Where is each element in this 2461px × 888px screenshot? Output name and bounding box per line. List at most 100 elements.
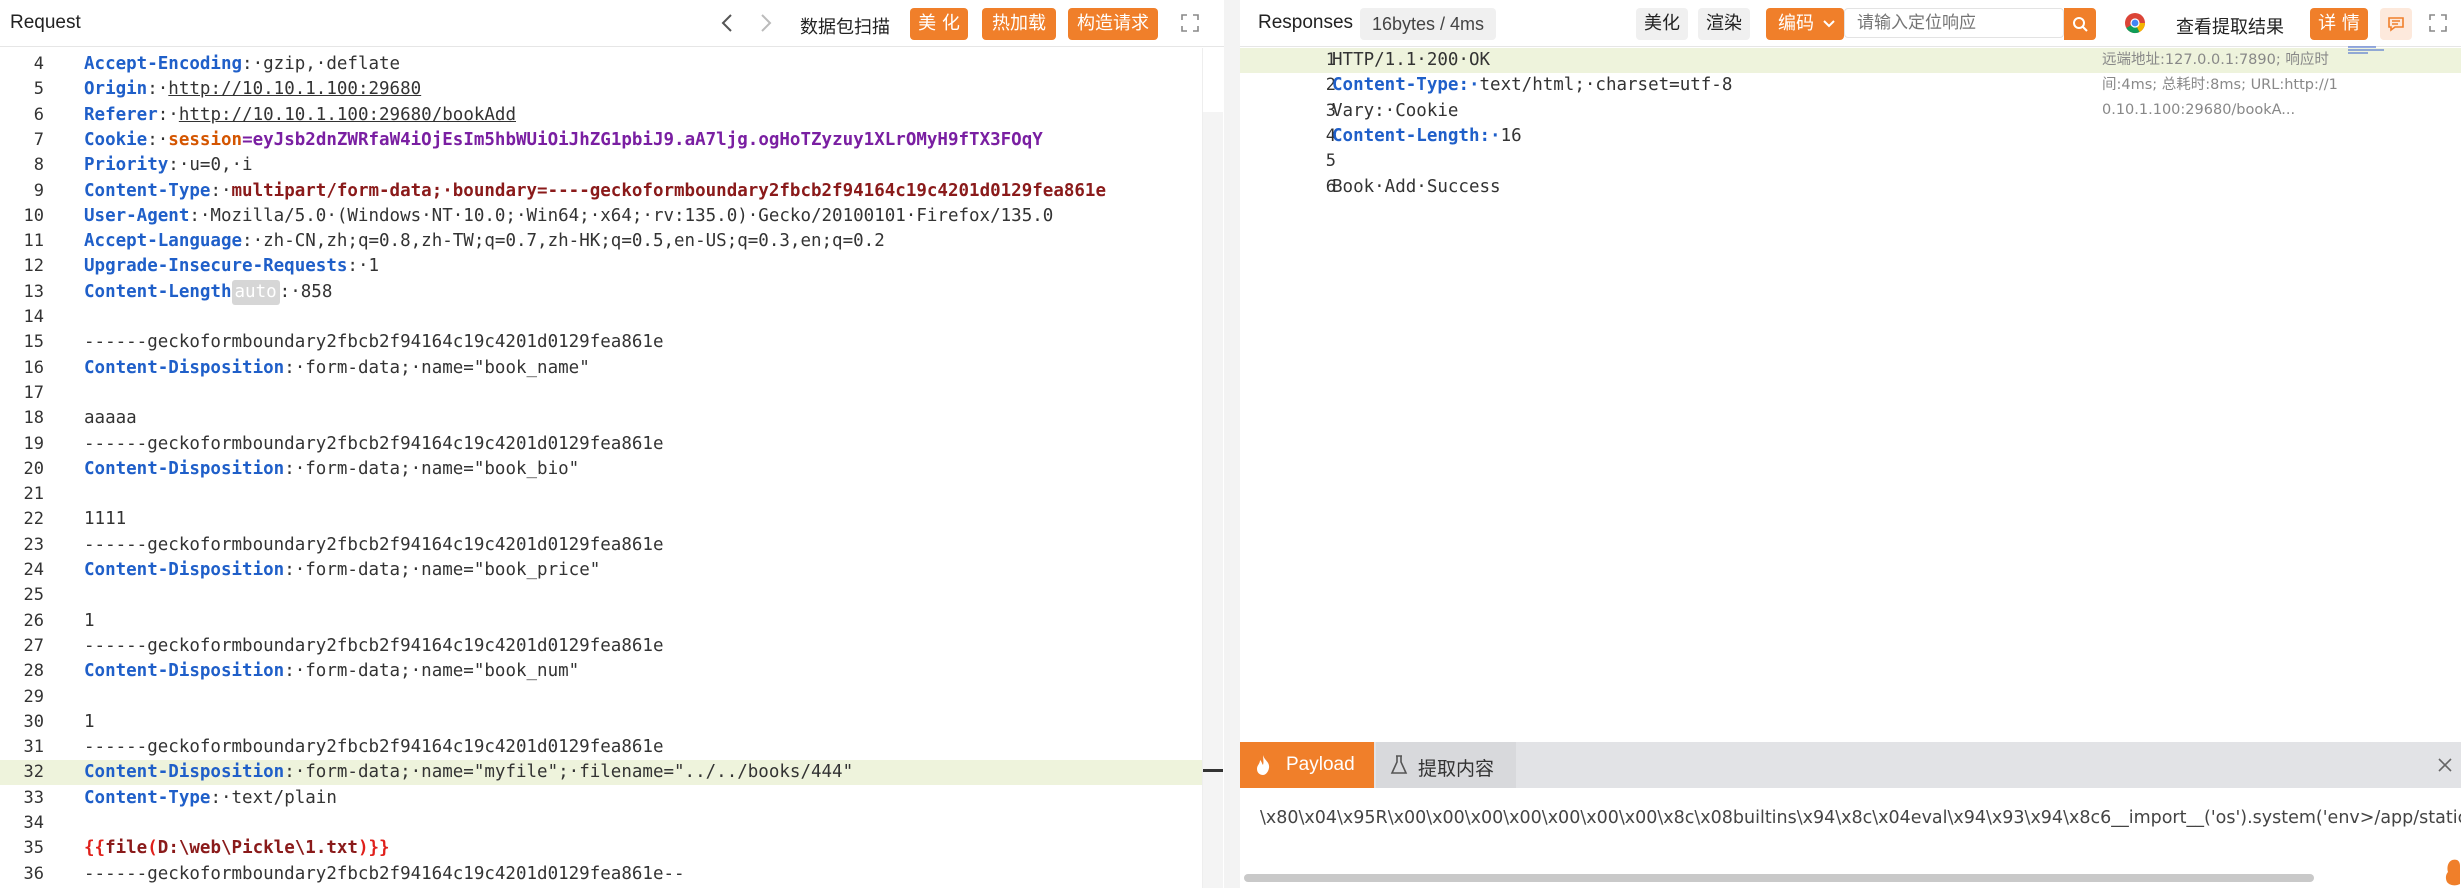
code-line[interactable]: 14 (0, 305, 1202, 330)
render-button[interactable]: 渲染 (1698, 8, 1750, 40)
response-fullscreen-icon[interactable] (2428, 13, 2448, 33)
chrome-icon[interactable] (2124, 12, 2146, 34)
encoding-label: 编码 (1778, 13, 1814, 34)
line-number: 30 (23, 711, 44, 732)
code-line[interactable]: 10 User-Agent:·Mozilla/5.0·(Windows·NT·10… (0, 204, 1202, 229)
line-content: Accept-Language:·zh-CN,zh;q=0.8,zh-TW;q=… (84, 229, 885, 254)
back-arrow-icon[interactable] (717, 12, 739, 34)
code-token: :· (1479, 125, 1501, 146)
line-number: 24 (23, 560, 44, 580)
code-line[interactable]: 20 Content-Disposition:·form-data;·name="… (0, 457, 1202, 482)
code-line[interactable]: 7 Cookie:·session=eyJsb2dnZWRfaW4iOjEsIm5… (0, 128, 1202, 153)
tab-extract-content[interactable]: 提取内容 (1376, 742, 1516, 788)
line-number: 2 (1325, 75, 1336, 96)
code-line[interactable]: 26 1 (0, 609, 1202, 634)
line-content: Vary:·Cookie (1332, 99, 1458, 124)
code-line[interactable]: 12 Upgrade-Insecure-Requests:·1 (0, 254, 1202, 279)
code-line[interactable]: 21 (0, 482, 1202, 507)
build-request-button[interactable]: 构造请求 (1068, 8, 1158, 40)
code-token: Content-Type (1332, 75, 1459, 96)
code-line[interactable]: 6 Referer:·http://10.10.1.100:29680/bookA… (0, 103, 1202, 128)
tab-payload[interactable]: Payload (1240, 742, 1374, 788)
code-token: :·form-data;·name="book_num" (284, 661, 580, 682)
search-button[interactable] (2064, 8, 2096, 40)
line-number: 27 (23, 635, 44, 656)
scroll-position-marker (1203, 769, 1223, 772)
response-meta: 远端地址:127.0.0.1:7890; 响应时 间:4ms; 总耗时:8ms;… (2102, 48, 2362, 123)
code-line[interactable]: 32 Content-Disposition:·form-data;·name="… (0, 760, 1202, 786)
line-number: 14 (23, 307, 44, 327)
line-number: 31 (23, 737, 44, 758)
encoding-dropdown[interactable]: 编码 (1766, 8, 1844, 40)
line-content: ------geckoformboundary2fbcb2f94164c19c4… (84, 735, 663, 760)
code-line[interactable]: 11 Accept-Language:·zh-CN,zh;q=0.8,zh-TW;… (0, 229, 1202, 254)
code-token: Referer (84, 104, 158, 125)
code-line[interactable]: 18 aaaaa (0, 406, 1202, 431)
code-line[interactable]: 16 Content-Disposition:·form-data;·name="… (0, 356, 1202, 381)
detail-button[interactable]: 详 情 (2310, 8, 2368, 40)
code-token: session (168, 129, 243, 150)
payload-content[interactable]: \x80\x04\x95R\x00\x00\x00\x00\x00\x00\x0… (1240, 788, 2461, 868)
code-line[interactable]: 36 ------geckoformboundary2fbcb2f94164c19… (0, 862, 1202, 887)
code-line[interactable]: 33 Content-Type:·text/plain (0, 786, 1202, 811)
code-token: :· (210, 180, 232, 201)
meta-line: 远端地址:127.0.0.1:7890; 响应时 (2102, 52, 2329, 68)
code-token: 1 (84, 610, 95, 631)
code-line[interactable]: 5 (1240, 149, 2461, 174)
code-line[interactable]: 28 Content-Disposition:·form-data;·name="… (0, 659, 1202, 684)
response-header: Responses 16bytes / 4ms 美化 渲染 编码 查看提取结果 … (1240, 0, 2461, 47)
line-content: Priority:·u=0,·i (84, 153, 253, 178)
forward-arrow-icon[interactable] (754, 12, 776, 34)
view-extract-result-button[interactable]: 查看提取结果 (2176, 13, 2284, 39)
request-editor[interactable]: 4 Accept-Encoding:·gzip,·deflate 5 Origin:·… (0, 48, 1202, 888)
close-icon[interactable] (2436, 756, 2454, 774)
code-line[interactable]: 27 ------geckoformboundary2fbcb2f94164c19… (0, 634, 1202, 659)
code-line[interactable]: 4 Accept-Encoding:·gzip,·deflate (0, 52, 1202, 77)
code-line[interactable]: 35 {{file(D:\web\Pickle\1.txt)}} (0, 836, 1202, 861)
code-line[interactable]: 30 1 (0, 710, 1202, 735)
code-line[interactable]: 6 Book·Add·Success (1240, 175, 2461, 200)
code-token: 16 (1500, 125, 1522, 146)
hot-load-button[interactable]: 热加载 (982, 8, 1056, 40)
code-line[interactable]: 34 (0, 811, 1202, 836)
line-number: 25 (23, 585, 44, 606)
comment-button[interactable] (2380, 8, 2412, 40)
code-line[interactable]: 23 ------geckoformboundary2fbcb2f94164c19… (0, 533, 1202, 558)
code-line[interactable]: 15 ------geckoformboundary2fbcb2f94164c19… (0, 330, 1202, 355)
code-line[interactable]: 29 (0, 685, 1202, 710)
code-line[interactable]: 31 ------geckoformboundary2fbcb2f94164c19… (0, 735, 1202, 760)
code-token: ------geckoformboundary2fbcb2f94164c19c4… (84, 534, 664, 555)
pane-splitter[interactable] (1224, 0, 1240, 888)
code-token: :· (147, 79, 169, 100)
code-token: 1111 (84, 509, 127, 530)
line-content: ------geckoformboundary2fbcb2f94164c19c4… (84, 634, 663, 659)
code-line[interactable]: 4 Content-Length:·16 (1240, 124, 2461, 149)
code-line[interactable]: 8 Priority:·u=0,·i (0, 153, 1202, 178)
response-beautify-button[interactable]: 美化 (1636, 8, 1688, 40)
locate-response-input[interactable] (1844, 8, 2064, 38)
code-line[interactable]: 19 ------geckoformboundary2fbcb2f94164c19… (0, 432, 1202, 457)
code-token: :·858 (279, 281, 333, 302)
code-line[interactable]: 9 Content-Type:·multipart/form-data;·boun… (0, 179, 1202, 204)
code-line[interactable]: 5 Origin:·http://10.10.1.100:29680 (0, 77, 1202, 102)
packet-scan-button[interactable]: 数据包扫描 (800, 13, 890, 39)
payload-hscrollbar-thumb[interactable] (1244, 874, 2314, 882)
line-content: Accept-Encoding:·gzip,·deflate (84, 52, 400, 77)
code-token: Priority (84, 155, 169, 176)
code-line[interactable]: 13 Content-Length auto:·858 (0, 279, 1202, 305)
code-line[interactable]: 24 Content-Disposition:·form-data;·name="… (0, 558, 1202, 583)
payload-hscrollbar[interactable] (1240, 868, 2461, 888)
beautify-button[interactable]: 美 化 (910, 8, 968, 40)
code-line[interactable]: 22 1111 (0, 507, 1202, 532)
code-token: ------geckoformboundary2fbcb2f94164c19c4… (84, 635, 664, 656)
line-number: 35 (23, 838, 44, 859)
code-line[interactable]: 25 (0, 583, 1202, 608)
line-content: 1 (84, 609, 95, 634)
code-token: Content-Type (84, 787, 211, 808)
line-content: Content-Disposition:·form-data;·name="bo… (84, 659, 579, 684)
code-line[interactable]: 17 (0, 381, 1202, 406)
line-content: ------geckoformboundary2fbcb2f94164c19c4… (84, 862, 685, 887)
code-token: :·form-data;·name="myfile";·filename="..… (284, 762, 854, 783)
request-scrollbar[interactable] (1202, 48, 1223, 888)
fullscreen-icon[interactable] (1180, 13, 1200, 33)
